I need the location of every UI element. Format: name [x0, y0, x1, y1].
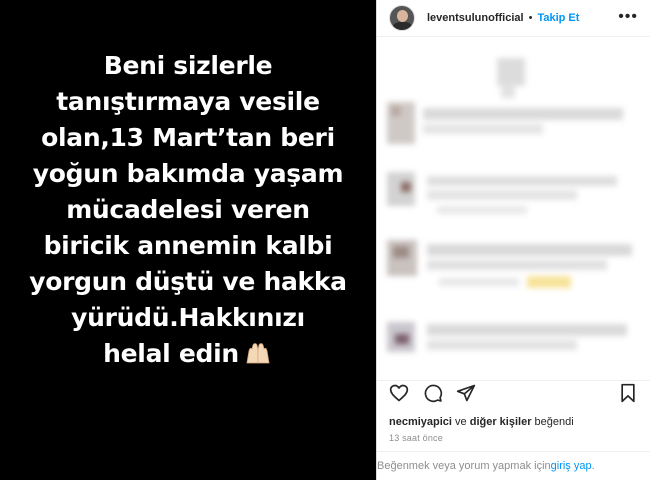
avatar[interactable] [389, 5, 415, 31]
post-image: Beni sizlerle tanıştırmaya vesile olan,1… [0, 0, 376, 480]
post-side-panel: leventsulunofficial • Takip Et ••• necmi… [376, 0, 650, 480]
separator-dot: • [528, 12, 533, 24]
post-line: yürüdü.Hakkınızı [71, 303, 305, 332]
likes-summary: necmiyapici ve diğer kişiler beğendi [389, 416, 574, 428]
action-bar [377, 380, 650, 406]
post-line: tanıştırmaya vesile [56, 87, 320, 116]
bookmark-icon[interactable] [618, 383, 638, 403]
username-link[interactable]: leventsulunofficial [427, 12, 524, 24]
post-line: yoğun bakımda yaşam [32, 159, 344, 188]
blurred-content [377, 38, 650, 370]
other-likers-link[interactable]: diğer kişiler [470, 416, 532, 428]
share-icon[interactable] [456, 383, 476, 403]
post-line: mücadelesi veren [66, 195, 310, 224]
blurred-comments-area [377, 38, 650, 370]
login-prompt: Beğenmek veya yorum yapmak için giriş ya… [377, 451, 650, 480]
praying-hands-icon [246, 343, 270, 364]
post-line: Beni sizlerle [103, 51, 273, 80]
post-header: leventsulunofficial • Takip Et ••• [377, 0, 650, 37]
login-prompt-text: Beğenmek veya yorum yapmak için [377, 460, 551, 472]
likes-suffix: beğendi [531, 416, 574, 428]
follow-button[interactable]: Takip Et [537, 12, 579, 24]
post-line: olan,13 Mart’tan beri [41, 123, 335, 152]
post-line: biricik annemin kalbi [43, 231, 333, 260]
post-line-last: helal edin [8, 336, 368, 372]
login-prompt-end: . [591, 460, 595, 472]
liker-username[interactable]: necmiyapici [389, 416, 452, 428]
heart-icon[interactable] [389, 383, 409, 403]
comment-icon[interactable] [423, 383, 443, 403]
login-link[interactable]: giriş yap [551, 460, 592, 472]
post-timestamp[interactable]: 13 saat önce [389, 433, 443, 443]
post-line-text: helal edin [103, 339, 239, 368]
post-caption-text: Beni sizlerle tanıştırmaya vesile olan,1… [8, 48, 368, 372]
likes-connector: ve [451, 416, 470, 428]
post-line: yorgun düştü ve hakka [29, 267, 347, 296]
more-options-icon[interactable]: ••• [618, 8, 638, 26]
